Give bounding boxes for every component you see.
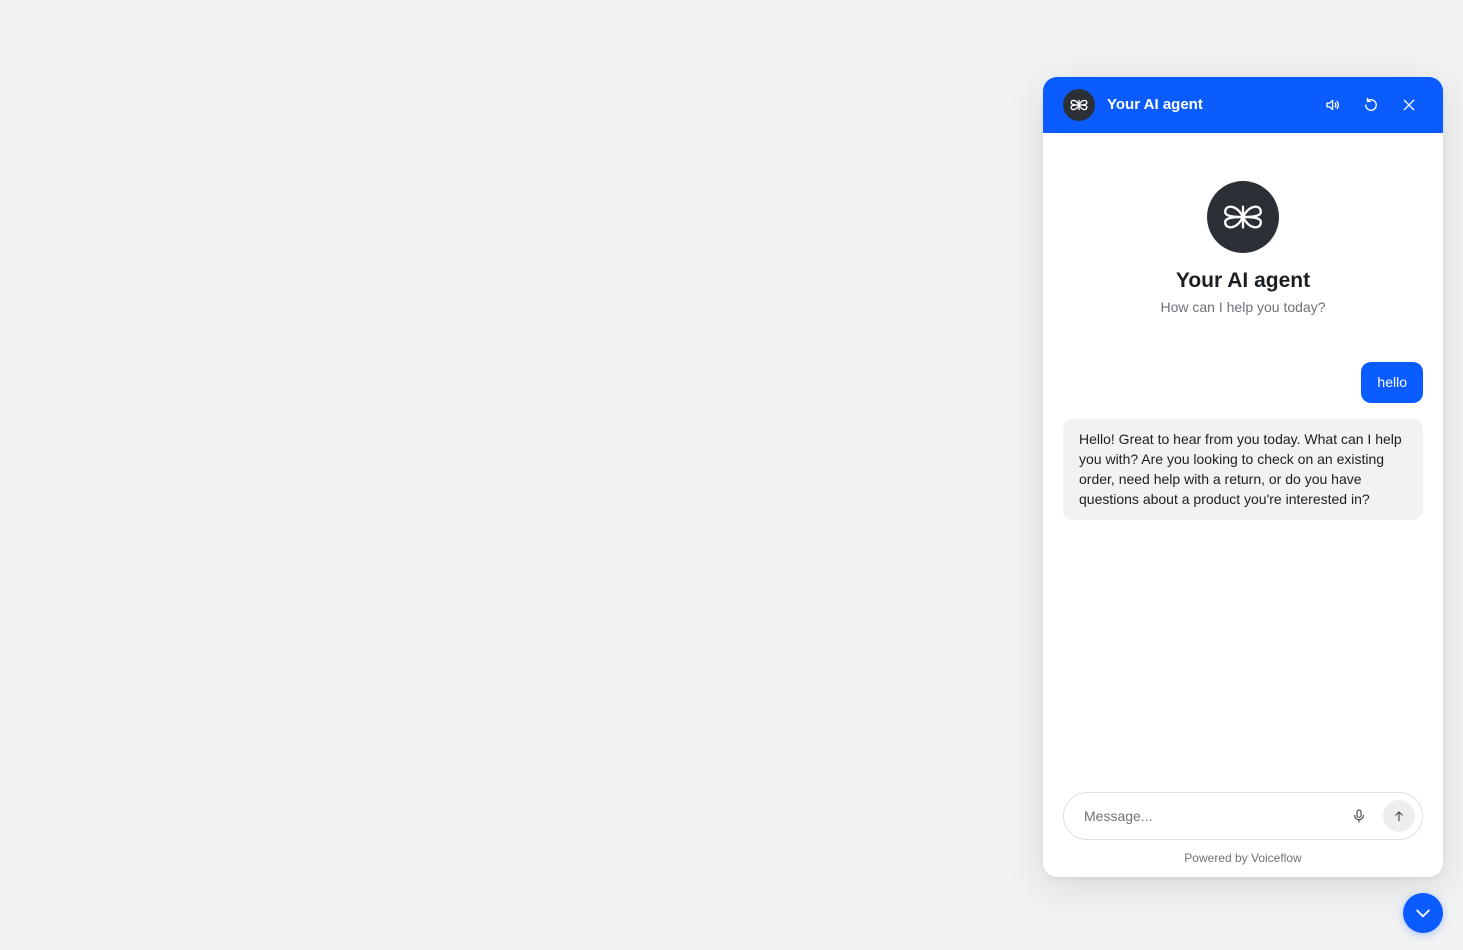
speaker-icon — [1326, 99, 1339, 111]
assistant-message: Hello! Great to hear from you today. Wha… — [1063, 419, 1423, 520]
page: Your AI agent Your AI agent How can I he… — [0, 0, 1463, 950]
close-button[interactable] — [1397, 93, 1421, 117]
powered-by-footer: Powered by Voiceflow — [1184, 851, 1302, 865]
chat-widget: Your AI agent Your AI agent How can I he… — [1043, 77, 1443, 877]
close-icon — [1403, 99, 1415, 111]
send-button[interactable] — [1383, 800, 1415, 832]
welcome-avatar — [1207, 181, 1279, 253]
microphone-icon — [1354, 809, 1364, 823]
voiceflow-logo-icon — [1224, 205, 1262, 229]
chat-header: Your AI agent — [1043, 77, 1443, 133]
header-avatar — [1063, 89, 1095, 121]
restart-button[interactable] — [1359, 93, 1383, 117]
header-title: Your AI agent — [1107, 96, 1203, 113]
message-input[interactable] — [1084, 793, 1334, 839]
user-message: hello — [1361, 362, 1423, 403]
sound-button[interactable] — [1321, 93, 1345, 117]
welcome-subtitle: How can I help you today? — [1160, 299, 1326, 315]
chat-launcher-button[interactable] — [1403, 893, 1443, 933]
voiceflow-logo-icon — [1070, 99, 1088, 111]
chevron-down-icon — [1416, 909, 1430, 918]
message-composer — [1063, 792, 1423, 840]
restart-icon — [1365, 97, 1377, 111]
arrow-up-icon — [1395, 811, 1403, 822]
microphone-button[interactable] — [1347, 804, 1371, 828]
welcome-title: Your AI agent — [1175, 269, 1311, 292]
